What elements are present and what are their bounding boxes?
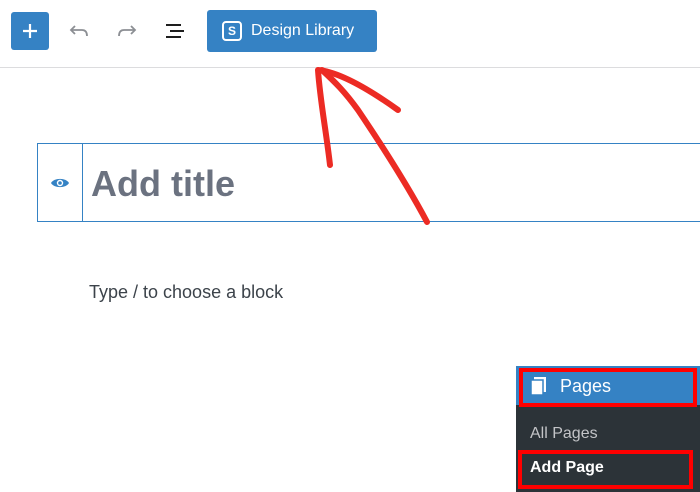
menu-item-pages[interactable]: Pages (516, 366, 700, 407)
submenu-all-pages[interactable]: All Pages (530, 425, 598, 443)
highlight-box (519, 368, 697, 407)
highlight-box (518, 450, 693, 489)
admin-sidebar-menu: Pages All Pages Add Page (516, 366, 700, 492)
